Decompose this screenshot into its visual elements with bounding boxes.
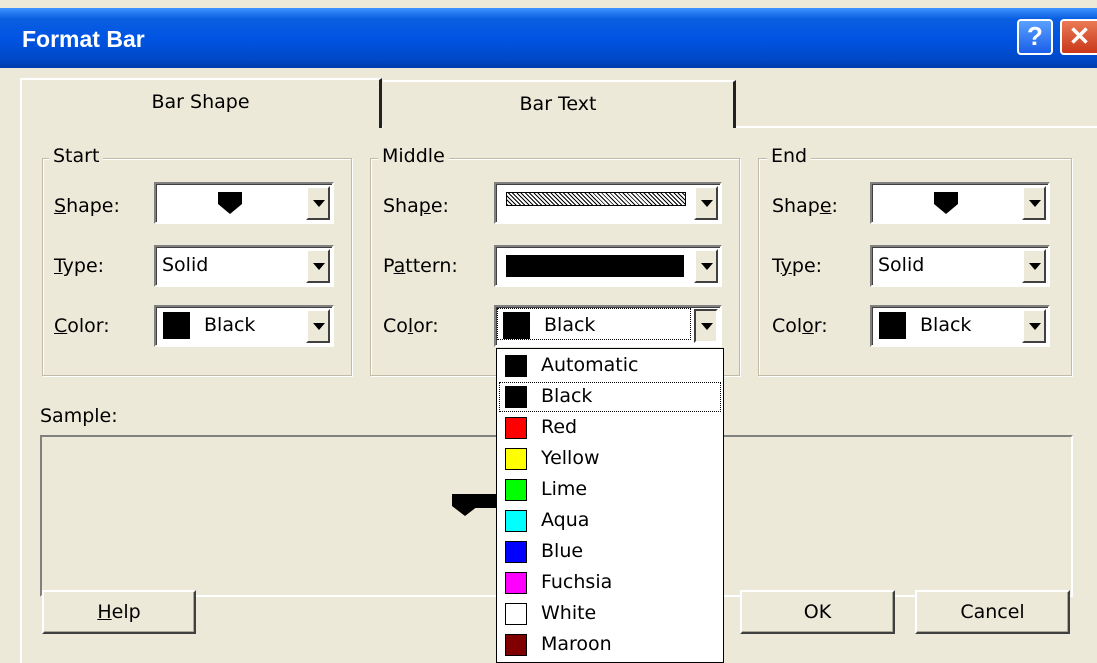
middle-pattern-combo[interactable] [494, 245, 722, 287]
end-group-label: End [767, 145, 812, 167]
color-option-fuchsia[interactable]: Fuchsia [499, 568, 721, 598]
chevron-down-icon[interactable] [306, 249, 330, 283]
middle-pattern-label: Pattern: [383, 255, 458, 277]
color-option-red[interactable]: Red [499, 413, 721, 443]
start-type-value: Solid [162, 254, 209, 276]
color-swatch [505, 541, 527, 563]
start-shape-label: Shape: [54, 195, 120, 217]
chevron-down-icon[interactable] [306, 309, 330, 343]
close-button[interactable]: ✕ [1060, 19, 1097, 55]
color-option-blue[interactable]: Blue [499, 537, 721, 567]
color-swatch [503, 312, 530, 339]
color-swatch [505, 603, 527, 625]
middle-shape-label: Shape: [383, 195, 449, 217]
window-title: Format Bar [22, 26, 145, 52]
end-color-label: Color: [772, 315, 828, 337]
color-option-black[interactable]: Black [499, 382, 721, 412]
pattern-shape-icon [506, 192, 686, 206]
color-swatch [505, 479, 527, 501]
middle-color-combo[interactable]: Black [494, 305, 722, 347]
start-type-combo[interactable]: Solid [154, 245, 334, 287]
color-option-maroon[interactable]: Maroon [499, 630, 721, 660]
color-option-aqua[interactable]: Aqua [499, 506, 721, 536]
end-color-combo[interactable]: Black [870, 305, 1050, 347]
middle-group-label: Middle [378, 145, 449, 167]
color-swatch [879, 312, 906, 339]
color-swatch [505, 355, 527, 377]
start-group-label: Start [49, 145, 104, 167]
color-option-yellow[interactable]: Yellow [499, 444, 721, 474]
tab-bar-text[interactable]: Bar Text [383, 80, 736, 128]
chevron-down-icon[interactable] [306, 186, 330, 220]
chevron-down-icon[interactable] [694, 249, 718, 283]
tab-bar-shape[interactable]: Bar Shape [20, 78, 382, 128]
end-shape-label: Shape: [772, 195, 838, 217]
color-swatch [505, 417, 527, 439]
ok-button[interactable]: OK [740, 590, 895, 634]
help-button[interactable]: Help [42, 590, 196, 634]
end-type-combo[interactable]: Solid [870, 245, 1050, 287]
start-color-combo[interactable]: Black [154, 305, 334, 347]
help-title-button[interactable]: ? [1017, 19, 1053, 55]
chevron-down-icon[interactable] [694, 186, 718, 220]
middle-color-label: Color: [383, 315, 439, 337]
end-type-label: Type: [772, 255, 823, 277]
start-color-label: Color: [54, 315, 110, 337]
color-swatch [505, 510, 527, 532]
solid-pattern-icon [506, 255, 684, 277]
title-bar [0, 8, 1097, 68]
start-shape-combo[interactable] [154, 182, 334, 224]
bar-end-shape-icon [934, 192, 958, 214]
end-color-value: Black [920, 314, 972, 336]
end-shape-combo[interactable] [870, 182, 1050, 224]
middle-shape-combo[interactable] [494, 182, 722, 224]
middle-color-value: Black [544, 314, 596, 336]
color-swatch [505, 634, 527, 656]
bar-end-shape-icon [218, 192, 242, 214]
start-color-value: Black [204, 314, 256, 336]
end-type-value: Solid [878, 254, 925, 276]
color-option-lime[interactable]: Lime [499, 475, 721, 505]
color-dropdown-list[interactable]: Automatic Black Red Yellow Lime Aqua Blu… [496, 348, 724, 663]
cancel-button[interactable]: Cancel [915, 590, 1070, 634]
chevron-down-icon[interactable] [1022, 186, 1046, 220]
color-swatch [505, 448, 527, 470]
color-option-automatic[interactable]: Automatic [499, 351, 721, 381]
color-option-white[interactable]: White [499, 599, 721, 629]
color-swatch [505, 386, 527, 408]
chevron-down-icon[interactable] [1022, 249, 1046, 283]
sample-label: Sample: [40, 405, 118, 427]
start-type-label: Type: [54, 255, 105, 277]
color-swatch [163, 312, 190, 339]
chevron-down-icon[interactable] [694, 309, 718, 343]
color-swatch [505, 572, 527, 594]
chevron-down-icon[interactable] [1022, 309, 1046, 343]
